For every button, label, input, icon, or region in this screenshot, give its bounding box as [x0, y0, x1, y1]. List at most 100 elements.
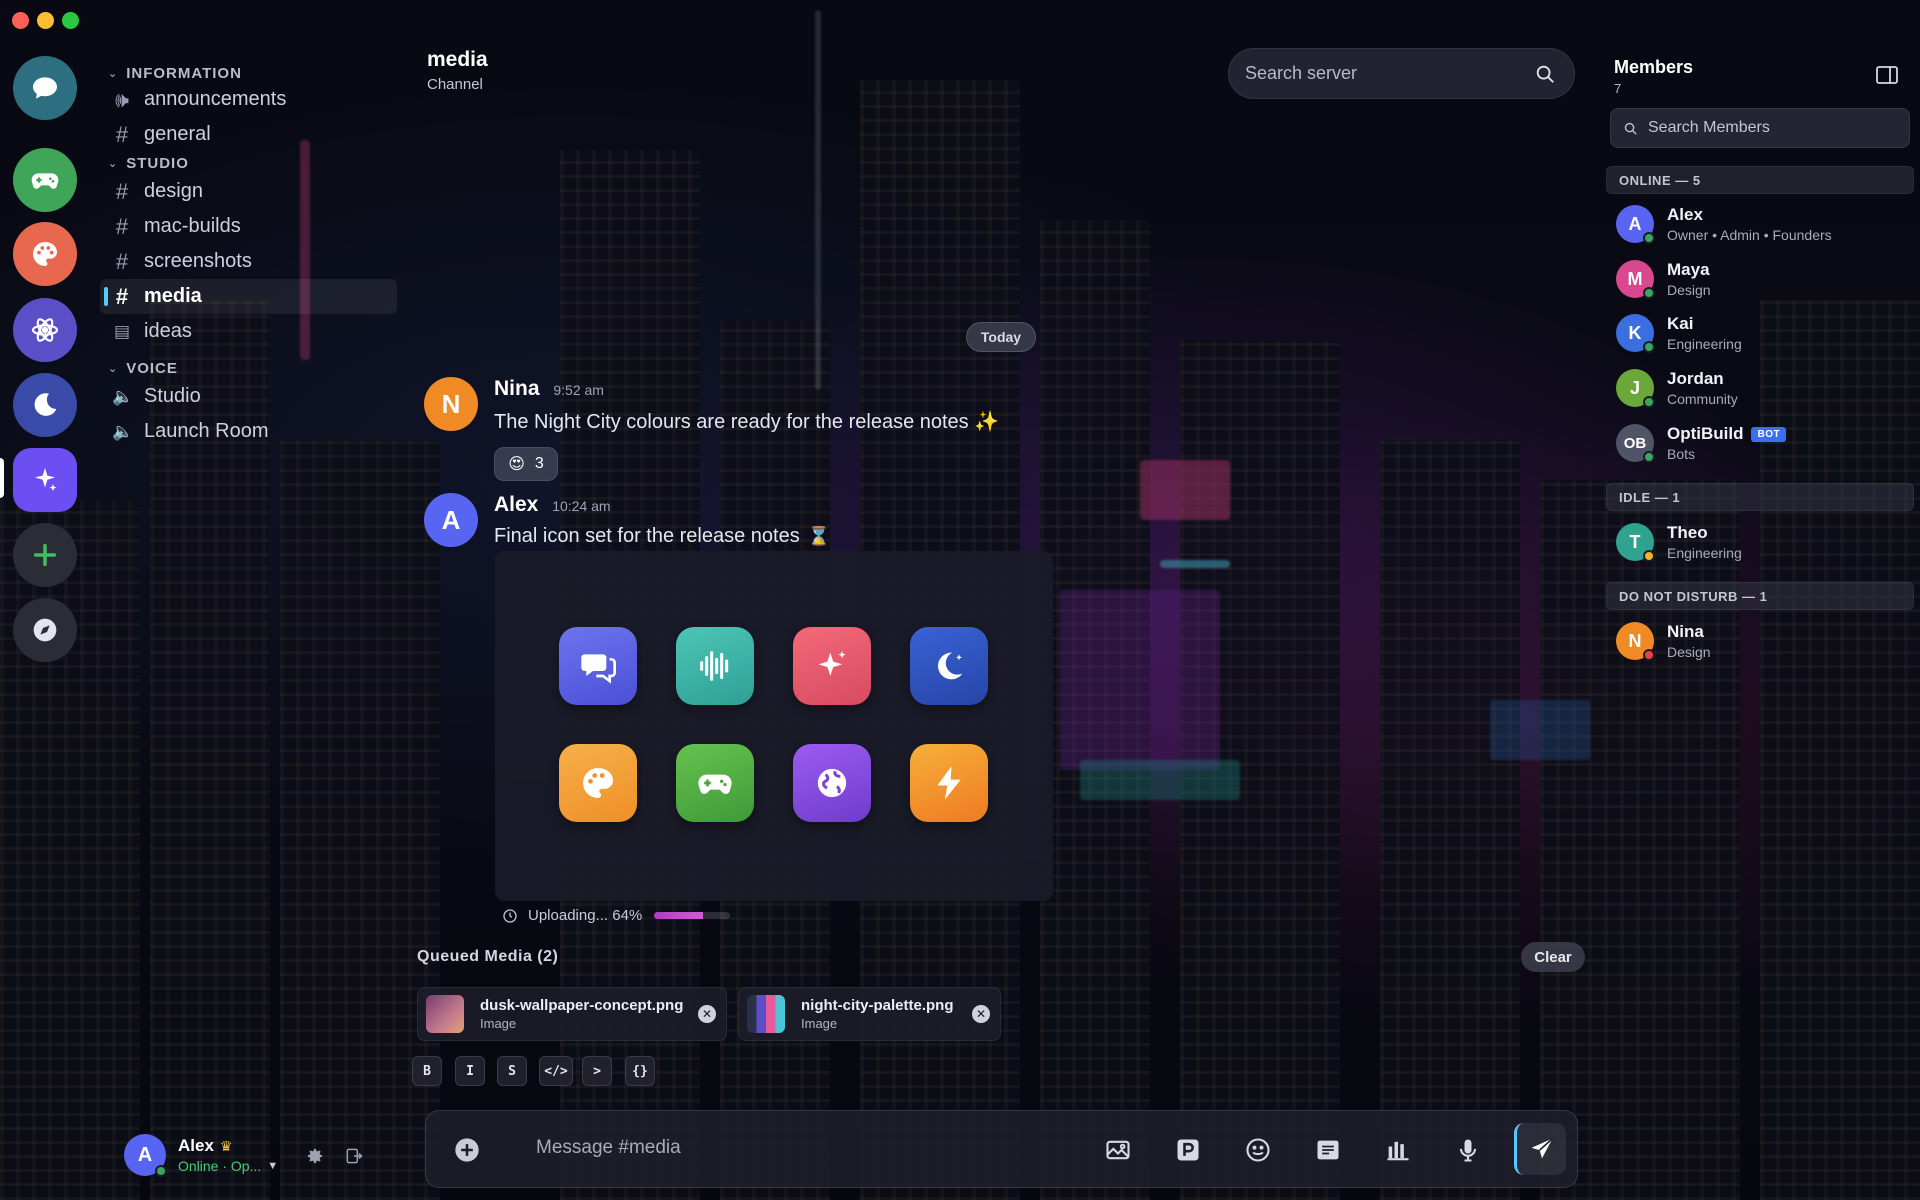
message-input[interactable]: [536, 1137, 1036, 1159]
avatar[interactable]: A: [124, 1134, 167, 1177]
speaker-icon: 🔈: [112, 421, 134, 441]
members-panel: Members 7 ONLINE — 5 A Alex Owner • Admin…: [1604, 0, 1920, 1200]
remove-item-icon[interactable]: ✕: [972, 1005, 990, 1023]
emoji-button[interactable]: [1243, 1135, 1273, 1165]
close-window-button[interactable]: [12, 12, 29, 29]
voice-channel-launch-room[interactable]: 🔈 Launch Room: [100, 414, 400, 449]
queued-file-type: Image: [480, 1016, 517, 1031]
sparkle-icon: [35, 468, 57, 492]
italic-button[interactable]: I: [455, 1056, 485, 1086]
gear-icon[interactable]: [305, 1146, 325, 1166]
member-kai[interactable]: K Kai Engineering: [1616, 314, 1742, 353]
add-attachment-button[interactable]: [452, 1135, 482, 1165]
queued-media-title: Queued Media (2): [417, 948, 559, 965]
server-night[interactable]: [13, 373, 77, 437]
gamepad-icon: [31, 173, 59, 189]
message-time: 9:52 am: [553, 382, 604, 398]
app-icon-chat: [559, 627, 637, 705]
members-search-input[interactable]: [1648, 119, 1897, 137]
member-group-idle: IDLE — 1: [1606, 483, 1914, 511]
status-dot: [1643, 287, 1655, 299]
parking-button[interactable]: [1173, 1135, 1203, 1165]
user-status: Online · Op...: [178, 1158, 262, 1174]
channel-design[interactable]: # design: [100, 174, 400, 209]
channel-general[interactable]: # general: [100, 117, 400, 152]
hash-icon: #: [115, 178, 129, 204]
avatar-initial: A: [137, 1143, 153, 1166]
member-role: Design: [1667, 644, 1711, 660]
search-icon[interactable]: [1534, 63, 1556, 85]
app-icon-bolt: [910, 744, 988, 822]
member-optibuild[interactable]: OB OptiBuild BOT Bots: [1616, 424, 1787, 463]
image-attachment[interactable]: [495, 551, 1053, 901]
channel-ideas[interactable]: ▤ ideas: [100, 314, 400, 349]
atom-icon: [31, 318, 59, 342]
voice-message-button[interactable]: [1453, 1135, 1483, 1165]
queued-item[interactable]: dusk-wallpaper-concept.png Image ✕: [417, 987, 727, 1041]
member-alex[interactable]: A Alex Owner • Admin • Founders: [1616, 205, 1832, 244]
user-panel: A Alex ♛ Online · Op... ▼: [124, 1130, 374, 1180]
member-jordan[interactable]: J Jordan Community: [1616, 369, 1738, 408]
member-nina[interactable]: N Nina Design: [1616, 622, 1711, 661]
channel-announcements[interactable]: 🕪 announcements: [100, 82, 400, 117]
app-icon-waveform: [676, 627, 754, 705]
microphone-icon: [1459, 1139, 1477, 1162]
message-author[interactable]: Alex: [494, 493, 538, 516]
category-voice[interactable]: ⌄ VOICE: [100, 357, 400, 379]
speaker-icon: 🔈: [112, 386, 134, 406]
app-icon-palette: [559, 744, 637, 822]
explore-servers-button[interactable]: [13, 598, 77, 662]
add-server-button[interactable]: [13, 523, 77, 587]
server-sparkle[interactable]: [13, 448, 77, 512]
category-studio[interactable]: ⌄ STUDIO: [100, 152, 400, 174]
quote-button[interactable]: >: [582, 1056, 612, 1086]
user-info[interactable]: Alex ♛ Online · Op... ▼: [178, 1136, 278, 1174]
hash-icon: #: [115, 213, 129, 239]
sticker-button[interactable]: [1313, 1135, 1343, 1165]
strikethrough-button[interactable]: S: [497, 1056, 527, 1086]
upload-progress-bar: [654, 912, 731, 919]
moon-icon: [938, 652, 963, 680]
bold-button[interactable]: B: [412, 1056, 442, 1086]
parking-icon: [1177, 1139, 1199, 1161]
channel-screenshots[interactable]: # screenshots: [100, 244, 400, 279]
image-button[interactable]: [1103, 1135, 1133, 1165]
channel-mac-builds[interactable]: # mac-builds: [100, 209, 400, 244]
member-role: Engineering: [1667, 545, 1742, 561]
globe-icon: [817, 768, 847, 798]
clear-queue-button[interactable]: Clear: [1521, 942, 1585, 972]
message-author[interactable]: Nina: [494, 377, 540, 400]
member-name: Alex: [1667, 205, 1703, 224]
plus-icon: [33, 543, 57, 567]
zoom-window-button[interactable]: [62, 12, 79, 29]
sign-out-icon[interactable]: [344, 1146, 364, 1166]
member-group-dnd: DO NOT DISTURB — 1: [1606, 582, 1914, 610]
message-text-content: Final icon set for the release notes: [494, 525, 800, 547]
date-divider: Today: [966, 322, 1036, 352]
queued-item[interactable]: night-city-palette.png Image ✕: [738, 987, 1001, 1041]
code-button[interactable]: </>: [539, 1056, 573, 1086]
reaction-pill[interactable]: 😍 3: [494, 447, 558, 481]
member-theo[interactable]: T Theo Engineering: [1616, 523, 1742, 562]
voice-channel-studio[interactable]: 🔈 Studio: [100, 379, 400, 414]
channel-label: general: [144, 123, 211, 145]
poll-button[interactable]: [1383, 1135, 1413, 1165]
channel-media[interactable]: # media: [100, 279, 397, 314]
bar-chart-icon: [1387, 1141, 1409, 1161]
server-gaming[interactable]: [13, 148, 77, 212]
image-thumbnail: [747, 995, 785, 1033]
member-maya[interactable]: M Maya Design: [1616, 260, 1711, 299]
avatar[interactable]: N: [424, 377, 478, 431]
sidebar-toggle-icon[interactable]: [1876, 66, 1898, 84]
server-art[interactable]: [13, 222, 77, 286]
minimize-window-button[interactable]: [37, 12, 54, 29]
remove-item-icon[interactable]: ✕: [698, 1005, 716, 1023]
avatar[interactable]: A: [424, 493, 478, 547]
member-name: Jordan: [1667, 369, 1724, 388]
send-button[interactable]: [1514, 1123, 1566, 1175]
search-server-input[interactable]: [1245, 63, 1534, 84]
category-information[interactable]: ⌄ INFORMATION: [100, 62, 400, 84]
code-block-button[interactable]: {}: [625, 1056, 655, 1086]
server-direct-messages[interactable]: [13, 56, 77, 120]
server-react[interactable]: [13, 298, 77, 362]
